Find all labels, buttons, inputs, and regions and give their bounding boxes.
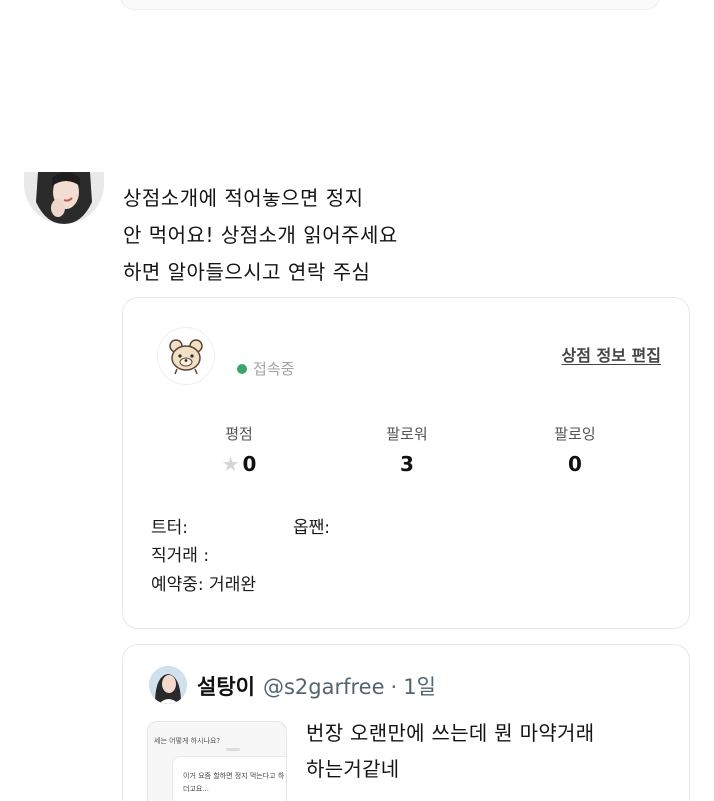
quoted-author-handle[interactable]: @s2garfree (263, 675, 385, 699)
thumb-text: 세는 어떻게 하시나요? (154, 737, 221, 745)
info-twitter: 트터: (151, 518, 189, 538)
quoted-post-image[interactable]: 세는 어떻게 하시나요? 이거 요즘 할하면 정지 먹는다고 하 더고요... (147, 721, 287, 801)
bear-logo-icon[interactable] (157, 327, 215, 385)
stat-rating: 평점 ★ 0 (179, 423, 299, 476)
quoted-post-line: 번장 오랜만에 쓰는데 뭔 마약거래 (306, 721, 595, 745)
star-icon: ★ (221, 452, 240, 476)
info-reserved: 예약중: 거래완 (151, 575, 256, 595)
stat-label: 평점 (225, 425, 253, 443)
thumb-text: 더고요... (183, 785, 209, 793)
info-direct-trade: 직거래 : (151, 546, 210, 566)
post-body: 상점소개에 적어놓으면 정지 안 먹어요! 상점소개 읽어주세요 하면 알아들으… (123, 180, 563, 291)
stat-value: 3 (400, 452, 414, 476)
quoted-post-card[interactable]: 설탕이 @s2garfree · 1일 세는 어떻게 하시나요? 이거 요즘 할… (122, 644, 690, 801)
stat-following[interactable]: 팔로잉 0 (515, 423, 635, 476)
quoted-post-header: 설탕이 @s2garfree · 1일 (197, 671, 436, 701)
previous-card-edge (120, 0, 660, 10)
thumb-divider (226, 748, 240, 751)
stat-followers[interactable]: 팔로워 3 (347, 423, 467, 476)
online-dot-icon (237, 363, 247, 374)
page: 상점소개에 적어놓으면 정지 안 먹어요! 상점소개 읽어주세요 하면 알아들으… (0, 0, 714, 801)
quoted-post-time: 1일 (403, 675, 436, 699)
author-avatar[interactable] (24, 172, 104, 224)
post-line: 안 먹어요! 상점소개 읽어주세요 (123, 223, 398, 247)
stat-value: 0 (568, 452, 582, 476)
quoted-author-name[interactable]: 설탕이 (197, 671, 255, 701)
stat-label: 팔로잉 (554, 425, 596, 443)
shop-profile-card: 접속중 상점 정보 편집 평점 ★ 0 팔로워 3 팔로잉 0 트터: 옵짼: … (122, 297, 690, 629)
post-line: 하면 알아들으시고 연락 주심 (123, 260, 371, 284)
thumb-text: 이거 요즘 할하면 정지 먹는다고 하 (183, 772, 285, 780)
thumb-bubble: 이거 요즘 할하면 정지 먹는다고 하 더고요... (172, 756, 286, 801)
quoted-post-line: 하는거같네 (306, 757, 400, 781)
quoted-author-avatar[interactable] (149, 666, 187, 704)
info-openchat: 옵짼: (293, 518, 331, 538)
stat-value: 0 (242, 452, 257, 476)
quoted-post-body: 번장 오랜만에 쓰는데 뭔 마약거래 하는거같네 (306, 715, 676, 787)
stat-label: 팔로워 (386, 425, 428, 443)
edit-shop-info-link[interactable]: 상점 정보 편집 (562, 342, 661, 366)
online-status: 접속중 (237, 358, 294, 379)
post-line: 상점소개에 적어놓으면 정지 (123, 186, 364, 210)
separator-dot: · (390, 675, 398, 699)
online-status-label: 접속중 (253, 360, 295, 378)
